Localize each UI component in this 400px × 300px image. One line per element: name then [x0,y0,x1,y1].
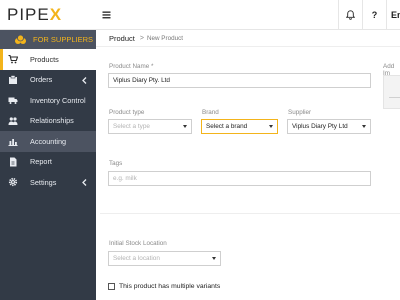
breadcrumb-product[interactable]: Product [109,34,135,43]
language-selector[interactable]: En [386,0,400,30]
sidebar-item-products[interactable]: Products [0,49,96,70]
sidebar-item-label: Accounting [30,136,67,146]
stock-location-placeholder: Select a location [113,255,160,262]
people-icon [8,116,18,126]
notifications-button[interactable] [338,0,362,30]
dropdown-caret-icon [269,125,273,128]
chevron-left-icon [82,179,87,186]
breadcrumb-new-product: New Product [146,34,184,42]
tags-input[interactable]: e.g. milk [108,171,371,186]
sidebar-item-orders[interactable]: Orders [0,70,96,91]
hamburger-icon[interactable] [102,10,112,20]
brand-value: Select a brand [206,123,248,130]
product-type-select[interactable]: Select a type [108,119,192,134]
section-divider [100,213,400,214]
sidebar-item-inventory-control[interactable]: Inventory Control [0,90,96,111]
breadcrumb-separator-icon: > [139,34,144,42]
multiple-variants-checkbox[interactable] [108,283,115,290]
supplier-label: Supplier [288,109,312,116]
top-bar: ? En [96,0,400,30]
supplier-banner: FOR SUPPLIERS [0,30,96,49]
product-type-label: Product type [109,109,145,116]
dropdown-caret-icon [212,257,216,260]
sidebar-item-report[interactable]: Report [0,152,96,173]
breadcrumb: Product > New Product [96,30,400,47]
sidebar: PIPEX FOR SUPPLIERS Products Orders Inve… [0,0,96,300]
bell-icon [346,10,355,20]
upload-placeholder-line [389,97,400,98]
brand-select[interactable]: Select a brand [201,119,278,134]
sidebar-item-settings[interactable]: Settings [0,172,96,193]
orders-icon [8,74,18,85]
sidebar-item-accounting[interactable]: Accounting [0,131,96,152]
product-name-input[interactable]: Viplus Diary Pty. Ltd [108,73,371,88]
product-type-placeholder: Select a type [113,123,150,130]
sidebar-item-relationships[interactable]: Relationships [0,111,96,132]
cart-icon [8,54,18,64]
sidebar-item-label: Report [30,157,52,167]
sidebar-item-label: Orders [30,75,53,85]
sidebar-item-label: Products [30,54,59,64]
brand-label: Brand [202,109,219,116]
supplier-value: Viplus Diary Pty Ltd [292,123,348,130]
sidebar-nav: Products Orders Inventory Control Relati… [0,49,96,193]
sidebar-item-label: Inventory Control [30,95,86,105]
stock-location-label: Initial Stock Location [109,240,167,247]
supplier-banner-label: FOR SUPPLIERS [33,35,94,44]
dropdown-caret-icon [362,125,366,128]
chevron-left-icon [82,76,87,84]
report-icon [8,157,18,167]
logo[interactable]: PIPEX [0,0,96,30]
product-name-label: Product Name * [109,63,154,70]
tags-label: Tags [109,160,123,167]
sidebar-item-label: Relationships [30,116,74,126]
help-button[interactable]: ? [362,0,386,30]
chart-icon [8,136,18,147]
coins-icon [15,34,26,44]
stock-location-select[interactable]: Select a location [108,251,221,266]
dropdown-caret-icon [183,125,187,128]
multiple-variants-label[interactable]: This product has multiple variants [119,283,220,290]
image-upload-area[interactable] [383,75,400,109]
sidebar-item-label: Settings [30,177,57,187]
logo-text: PIPEX [7,4,63,24]
supplier-select[interactable]: Viplus Diary Pty Ltd [287,119,371,134]
gear-icon [8,177,18,187]
truck-icon [8,95,18,105]
